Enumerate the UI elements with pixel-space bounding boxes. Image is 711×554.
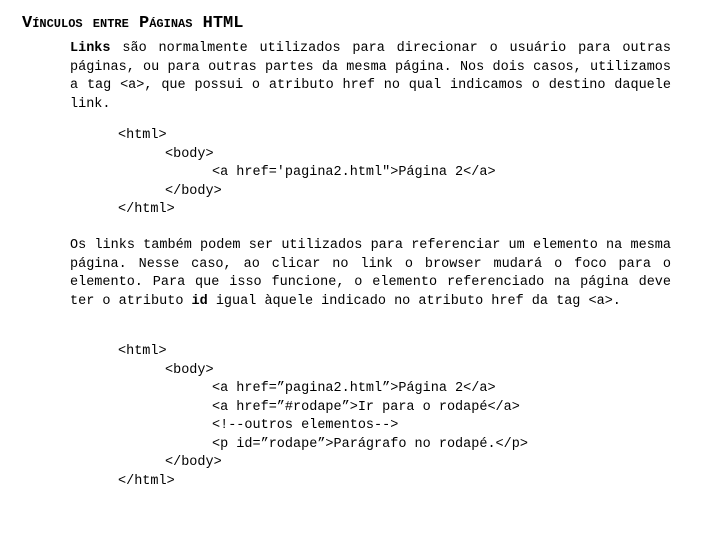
bold-term-id: id [191,293,208,309]
code-example-external-link: <html> <body> <a href='pagina2.html">Pág… [118,127,496,220]
code-line: <!--outros elementos--> [212,418,399,433]
paragraph-internal-links: Os links também podem ser utilizados par… [70,237,671,311]
paragraph-links-intro: Links são normalmente utilizados para di… [70,40,671,114]
code-line: <body> [165,362,214,378]
code-line: </body> [165,183,222,199]
code-line: <html> [118,128,167,143]
paragraph-internal-links-text-after: igual àquele indicado no atributo href d… [207,293,621,309]
code-line: <html> [118,344,167,359]
code-line: </html> [118,202,175,217]
bold-term-links: Links [70,41,111,56]
code-line: <a href=”#rodape”>Ir para o rodapé</a> [212,399,520,415]
code-line: <a href=”pagina2.html”>Página 2</a> [212,381,496,396]
code-line: <a href='pagina2.html">Página 2</a> [212,165,496,180]
code-line: </body> [165,455,222,470]
code-line: <body> [165,146,214,162]
code-example-internal-link: <html> <body> <a href=”pagina2.html”>Pág… [118,343,528,491]
section-title: Vínculos entre Páginas HTML [22,14,244,33]
code-line: </html> [118,473,175,489]
document-page: Vínculos entre Páginas HTML Links são no… [0,0,711,554]
code-line: <p id=”rodape”>Parágrafo no rodapé.</p> [212,436,528,452]
paragraph-links-intro-text: são normalmente utilizados para direcion… [70,41,671,112]
